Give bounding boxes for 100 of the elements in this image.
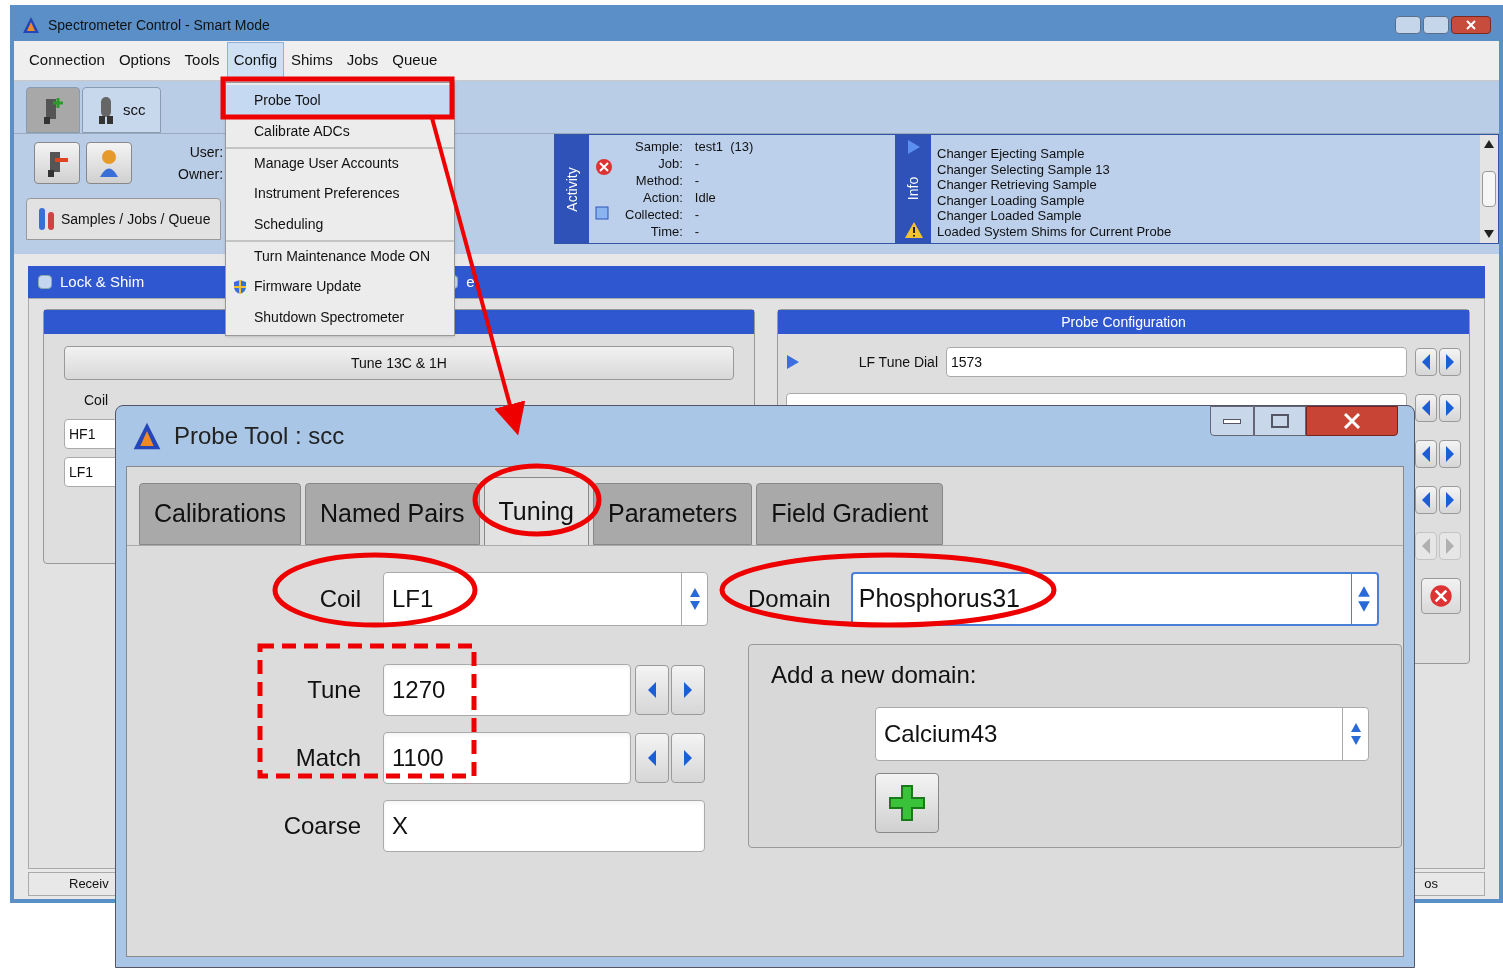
minimize-button[interactable] [1210,406,1254,436]
field-label: Domain [748,584,831,614]
panel-title: Info [904,176,923,200]
probe-tab[interactable] [26,87,80,133]
view-tab[interactable]: Samples / Jobs / Queue [26,198,222,240]
tab[interactable]: Tuning [483,477,590,545]
increment-button[interactable] [1439,394,1461,422]
probe-icon [97,95,115,125]
menu-item[interactable]: Jobs [339,42,386,79]
menu-item[interactable]: Turn Maintenance Mode ON [226,240,454,271]
add-button[interactable] [875,773,939,833]
tab[interactable]: Named Pairs [305,483,480,545]
decrement-button[interactable] [1415,394,1437,422]
field-label: Time: [649,223,683,240]
increment-button[interactable] [671,733,705,783]
coil-label: Coil [84,391,110,410]
group-label: Add a new domain: [771,660,978,690]
cancel-button[interactable] [1421,578,1461,614]
menu-item[interactable]: Manage User Accounts [226,147,454,178]
increment-button[interactable] [1439,440,1461,468]
person-icon [98,148,120,178]
tab[interactable]: Parameters [593,483,753,545]
field-label: Collected: [625,206,683,223]
close-icon [1343,413,1361,429]
user-button[interactable] [86,142,132,184]
right-arrow-icon [1445,537,1455,555]
menu-item[interactable]: Firmware Update [226,271,454,302]
domain-select[interactable]: Calcium43 [875,707,1369,761]
field-label: Method: [634,172,683,189]
menu-item[interactable]: Shutdown Spectrometer [226,302,454,333]
menu-item-label: Probe Tool [254,91,321,110]
tab[interactable]: Calibrations [139,483,301,545]
info-message: Changer Loading Sample [937,192,1086,208]
warning-icon [904,221,924,239]
close-button[interactable] [1451,16,1491,34]
menu-item-label: Instrument Preferences [254,184,400,203]
field-label: Job: [657,155,683,172]
panel-header: Probe Configuration [778,310,1469,334]
menu-item[interactable]: Queue [385,42,445,79]
menu-item[interactable]: Calibrate ADCs [226,116,454,147]
up-down-arrows-icon [1349,721,1362,747]
domain-dropdown[interactable]: Phosphorus31 [850,572,1379,626]
menu-item-label: Turn Maintenance Mode ON [254,247,431,266]
info-message: Loaded System Shims for Current Probe [937,223,1173,239]
field-value: - [694,155,701,172]
scrollbar[interactable] [1480,135,1498,243]
increment-button[interactable] [1439,348,1461,376]
menu-item[interactable]: Config [226,42,284,79]
close-button[interactable] [1306,406,1398,436]
increment-button[interactable] [671,665,705,715]
probe-tab[interactable]: scc [82,87,161,133]
field-value: - [694,172,701,189]
decrement-button[interactable] [635,665,669,715]
user-label: Owner: [178,165,224,183]
field-label: Sample: [634,138,683,155]
decrement-button[interactable] [1415,348,1437,376]
left-arrow-icon [647,681,657,699]
input-field[interactable]: 1270 [383,664,631,716]
field-label: Tune [306,675,361,705]
probe-remove-button[interactable] [34,142,80,184]
field-label: Coil [318,584,361,614]
menu-item-label: Shutdown Spectrometer [254,308,405,327]
right-arrow-icon [683,749,693,767]
maximize-button[interactable] [1254,406,1306,436]
field-label: Action: [642,189,683,206]
decrement-button[interactable] [1415,486,1437,514]
right-arrow-icon [1445,399,1455,417]
input-field[interactable]: X [383,800,705,852]
input-field[interactable]: 1573 [946,347,1407,377]
increment-button[interactable] [1439,486,1461,514]
decrement-button[interactable] [1415,440,1437,468]
decrement-button[interactable] [635,733,669,783]
left-arrow-icon [1421,399,1431,417]
menu-item[interactable]: Shims [284,42,340,79]
menu-item[interactable]: Scheduling [226,209,454,240]
menu-item[interactable]: Instrument Preferences [226,178,454,209]
menu-item[interactable]: Options [111,42,178,79]
left-arrow-icon [1421,537,1431,555]
up-down-arrows-icon [688,586,701,612]
play-icon [786,354,800,370]
info-message: Changer Retrieving Sample [937,177,1098,193]
menu-item-label: Scheduling [254,215,324,234]
user-label: User: [189,143,224,161]
menu-item-label: Firmware Update [254,277,362,296]
menu-item[interactable]: Tools [177,42,227,79]
maximize-button[interactable] [1423,16,1449,34]
panel-tab[interactable]: Lock & Shim [38,270,145,294]
test-tubes-icon [37,206,57,232]
menu-item-label: Manage User Accounts [254,154,399,173]
minimize-button[interactable] [1395,16,1421,34]
input-field[interactable]: 1100 [383,732,631,784]
tab[interactable]: Field Gradient [756,483,944,545]
menu-item[interactable]: Connection [22,42,112,79]
field-value: test1 (13) [694,138,754,155]
field-value: - [694,206,701,223]
coil-dropdown[interactable]: LF1 [383,572,708,626]
right-arrow-icon [1445,445,1455,463]
tune-button[interactable]: Tune 13C & 1H [64,346,734,380]
window-title: Probe Tool : scc [174,421,345,451]
probe-add-icon [41,95,65,125]
